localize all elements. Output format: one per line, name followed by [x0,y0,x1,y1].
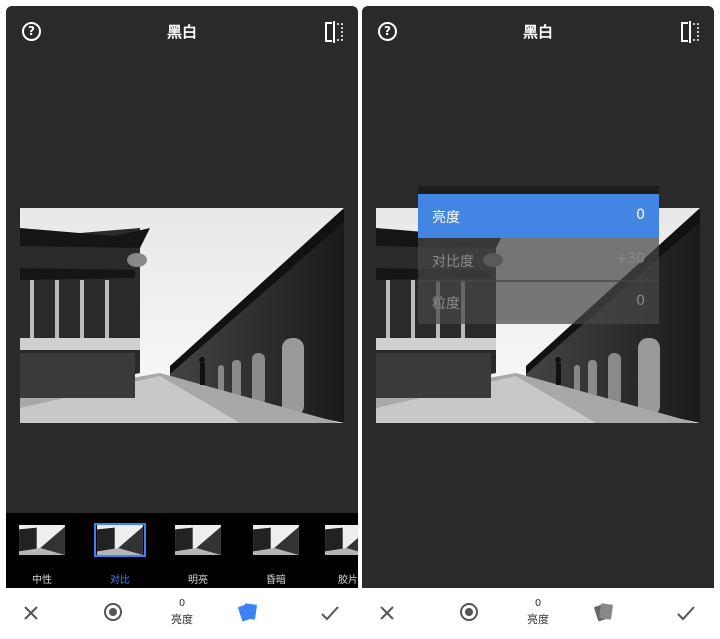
editor-screen: ? 黑白 中性 对比 明亮 昏暗 胶片 [6,6,358,588]
style-neutral[interactable]: 中性 [14,523,70,587]
menu-item-value: +30 [615,251,645,267]
style-thumbnail [94,523,146,557]
menu-item-grain[interactable]: 粒度 0 [418,280,659,324]
left-screenshot: ? 黑白 中性 对比 明亮 昏暗 胶片 0 亮度 [6,6,358,639]
menu-item-contrast[interactable]: 对比度 +30 [418,238,659,282]
style-filmstrip: 中性 对比 明亮 昏暗 胶片 [6,513,358,588]
style-thumbnail [172,523,224,557]
style-thumbnail [16,523,68,557]
bottom-toolbar: 0 亮度 [362,588,714,639]
photo-preview[interactable] [20,208,344,423]
cancel-icon[interactable] [378,604,396,622]
top-bar: ? 黑白 [6,6,358,58]
tune-icon[interactable] [103,602,123,622]
apply-check-icon[interactable] [676,604,696,622]
menu-item-brightness[interactable]: 亮度 0 [418,194,659,238]
menu-item-value: 0 [636,207,645,223]
style-label: 昏暗 [266,575,286,586]
style-bright[interactable]: 明亮 [170,523,226,587]
style-thumbnail [250,523,302,557]
menu-item-label: 粒度 [432,296,460,312]
tune-icon[interactable] [459,602,479,622]
bottom-toolbar: 0 亮度 [6,588,358,639]
editor-screen: ? 黑白 亮度 0 对比度 +30 粒度 0 [362,6,714,588]
menu-header [418,186,659,194]
style-label: 胶片 [338,575,358,586]
adjust-label[interactable]: 亮度 [152,611,212,627]
style-contrast[interactable]: 对比 [92,523,148,587]
menu-item-label: 对比度 [432,254,474,270]
style-dark[interactable]: 昏暗 [248,523,304,587]
style-thumbnail [322,523,358,557]
adjust-menu: 亮度 0 对比度 +30 粒度 0 [418,186,659,324]
style-film[interactable]: 胶片 [320,523,358,587]
menu-item-value: 0 [636,293,645,309]
page-title: 黑白 [166,23,197,41]
adjust-value: 0 [178,598,186,609]
compare-icon[interactable] [680,21,700,43]
menu-item-label: 亮度 [432,210,460,226]
cancel-icon[interactable] [22,604,40,622]
style-label: 明亮 [188,575,208,586]
style-label: 对比 [110,575,130,586]
adjust-value: 0 [534,598,542,609]
compare-icon[interactable] [324,21,344,43]
styles-icon[interactable] [592,601,616,623]
top-bar: ? 黑白 [362,6,714,58]
page-title: 黑白 [522,23,553,41]
adjust-label[interactable]: 亮度 [508,611,568,627]
style-label: 中性 [32,575,52,586]
right-screenshot: ? 黑白 亮度 0 对比度 +30 粒度 0 0 亮度 [362,6,714,639]
apply-check-icon[interactable] [320,604,340,622]
styles-icon[interactable] [236,601,260,623]
